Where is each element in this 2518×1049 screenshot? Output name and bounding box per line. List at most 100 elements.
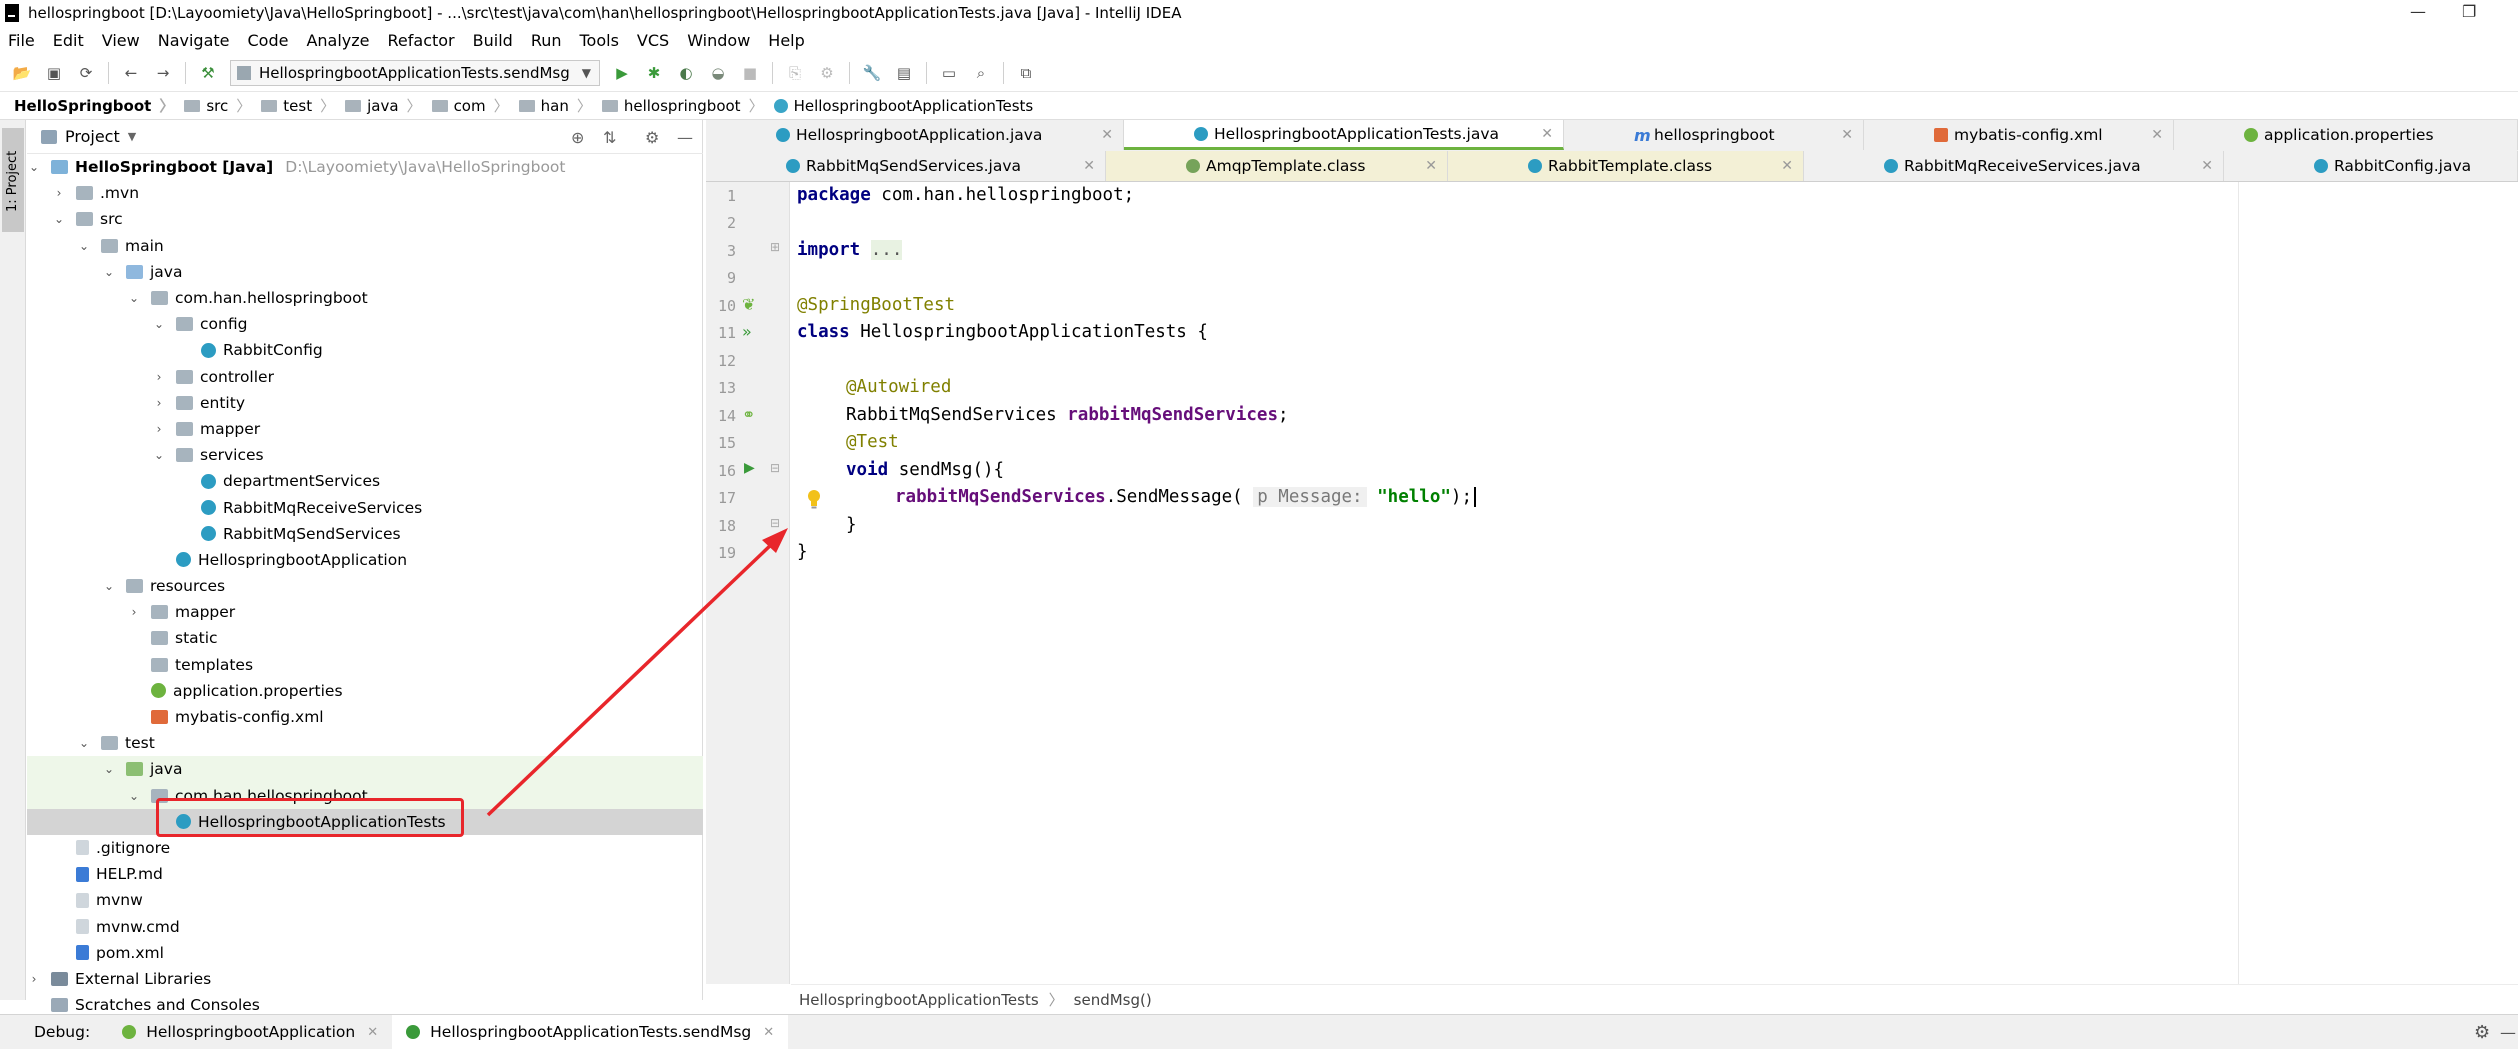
chevron-down-icon[interactable]: ⌄ [77,239,91,253]
breadcrumb-current-class[interactable]: HellospringbootApplicationTests [764,97,1033,115]
breadcrumb-class[interactable]: HellospringbootApplicationTests [799,991,1039,1009]
close-icon[interactable]: ✕ [1101,127,1113,143]
close-icon[interactable]: ✕ [2201,158,2213,174]
restore-icon[interactable]: ❐ [2462,2,2476,21]
menu-tools[interactable]: Tools [580,31,619,50]
tab-rabbit-template[interactable]: RabbitTemplate.class ✕ [1448,151,1804,181]
gear-icon[interactable]: ⚙ [2474,1022,2490,1043]
project-panel-title[interactable]: Project [65,127,120,146]
chevron-down-icon[interactable]: ⌄ [127,291,141,305]
close-icon[interactable]: ✕ [2151,127,2163,143]
tree-item[interactable]: › entity [27,390,703,416]
chevron-right-icon[interactable]: › [152,422,166,436]
tree-item[interactable]: departmentServices [27,468,703,494]
breadcrumb-project[interactable]: HelloSpringboot 〉 [14,95,174,116]
tree-item[interactable]: ⌄ src [27,206,703,232]
menu-vcs[interactable]: VCS [637,31,669,50]
tree-item[interactable]: › mapper [27,599,703,625]
tree-item[interactable]: › .mvn [27,180,703,206]
menu-edit[interactable]: Edit [53,31,84,50]
tree-item[interactable]: ⌄ HelloSpringboot [Java] D:\Layoomiety\Jav… [27,154,703,180]
tree-item[interactable]: mvnw [27,887,703,913]
tab-application-properties[interactable]: application.properties [2174,120,2518,150]
tab-rabbitmq-receive-services[interactable]: RabbitMqReceiveServices.java ✕ [1804,151,2224,181]
breadcrumb-han[interactable]: han 〉 [509,95,592,116]
fold-marker-icon[interactable]: ⊟ [770,461,780,475]
tree-item[interactable]: › External Libraries [27,966,703,992]
profile-icon[interactable]: ◒ [708,63,728,83]
tree-item[interactable]: mvnw.cmd [27,913,703,939]
breadcrumb-src[interactable]: src 〉 [174,95,251,116]
chevron-down-icon[interactable]: ⌄ [152,317,166,331]
coverage-icon[interactable]: ◐ [676,63,696,83]
vcs-commit-icon[interactable]: ⚙ [817,63,837,83]
chevron-down-icon[interactable]: ⌄ [102,762,116,776]
menu-navigate[interactable]: Navigate [158,31,230,50]
tree-item[interactable]: RabbitMqReceiveServices [27,494,703,520]
tree-item[interactable]: ⌄ main [27,233,703,259]
chevron-down-icon[interactable]: ▼ [128,130,136,143]
tab-amqp-template[interactable]: AmqpTemplate.class ✕ [1106,151,1448,181]
gear-icon[interactable]: ⚙ [645,128,659,147]
tree-item[interactable]: HellospringbootApplication [27,547,703,573]
tree-item[interactable]: ⌄ config [27,311,703,337]
tab-rabbitmq-send-services[interactable]: RabbitMqSendServices.java ✕ [706,151,1106,181]
project-structure-icon[interactable]: ▤ [894,63,914,83]
chevron-right-icon[interactable]: › [127,605,141,619]
chevron-down-icon[interactable]: ⌄ [152,448,166,462]
menu-analyze[interactable]: Analyze [306,31,369,50]
menu-refactor[interactable]: Refactor [388,31,455,50]
breadcrumb-com[interactable]: com 〉 [422,95,509,116]
run-test-class-icon[interactable]: » [742,322,752,341]
menu-build[interactable]: Build [473,31,513,50]
tree-item[interactable]: › controller [27,364,703,390]
folded-imports[interactable]: ... [870,240,903,260]
breadcrumb-test[interactable]: test 〉 [251,95,335,116]
fold-marker-icon[interactable]: ⊞ [770,240,780,254]
tree-item[interactable]: static [27,625,703,651]
chevron-right-icon[interactable]: › [52,186,66,200]
tab-rabbit-config[interactable]: RabbitConfig.java [2224,151,2518,181]
tree-item[interactable]: ⌄ services [27,442,703,468]
stop-icon[interactable]: ■ [740,63,760,83]
run-test-method-icon[interactable]: ▶ [744,460,755,476]
chevron-right-icon[interactable]: › [27,972,41,986]
terminal-icon[interactable]: ▭ [939,63,959,83]
close-icon[interactable]: ✕ [1425,158,1437,174]
menu-view[interactable]: View [102,31,140,50]
forward-icon[interactable]: → [153,63,173,83]
tab-hellospringboot-application-tests[interactable]: HellospringbootApplicationTests.java ✕ [1124,120,1564,150]
menu-code[interactable]: Code [248,31,289,50]
run-configuration-selector[interactable]: HellospringbootApplicationTests.sendMsg … [230,59,600,86]
wrench-icon[interactable]: 🔧 [862,63,882,83]
chevron-down-icon[interactable]: ⌄ [52,212,66,226]
vcs-update-icon[interactable]: ⎘ [785,63,805,83]
menu-window[interactable]: Window [687,31,750,50]
tree-item[interactable]: ⌄ resources [27,573,703,599]
tree-item[interactable]: .gitignore [27,835,703,861]
close-icon[interactable]: ✕ [763,1025,774,1040]
tree-item[interactable]: mybatis-config.xml [27,704,703,730]
close-icon[interactable]: ✕ [1083,158,1095,174]
run-icon[interactable]: ▶ [612,63,632,83]
tab-mybatis-config[interactable]: mybatis-config.xml ✕ [1864,120,2174,150]
debug-tab-tests[interactable]: HellospringbootApplicationTests.sendMsg … [392,1014,789,1049]
debug-tab-application[interactable]: HellospringbootApplication ✕ [108,1015,392,1049]
plugin-icon[interactable]: ⧉ [1016,63,1036,83]
menu-help[interactable]: Help [768,31,804,50]
close-icon[interactable]: ✕ [1541,126,1553,142]
sync-icon[interactable]: ⟳ [76,63,96,83]
chevron-down-icon[interactable]: ⌄ [77,736,91,750]
autowired-bean-icon[interactable]: ⚭ [742,405,755,424]
tree-item[interactable]: ⌄ com.han.hellospringboot [27,285,703,311]
spring-bean-icon[interactable]: ❦ [742,295,755,314]
open-folder-icon[interactable]: 📂 [12,63,32,83]
tree-item[interactable]: application.properties [27,678,703,704]
build-hammer-icon[interactable]: ⚒ [198,63,218,83]
chevron-down-icon[interactable]: ⌄ [102,265,116,279]
breadcrumb-method[interactable]: sendMsg() [1074,991,1152,1009]
lightbulb-icon[interactable] [806,488,822,510]
close-icon[interactable]: ✕ [1841,127,1853,143]
close-icon[interactable]: ✕ [1781,158,1793,174]
tree-item[interactable]: ⌄ test [27,730,703,756]
